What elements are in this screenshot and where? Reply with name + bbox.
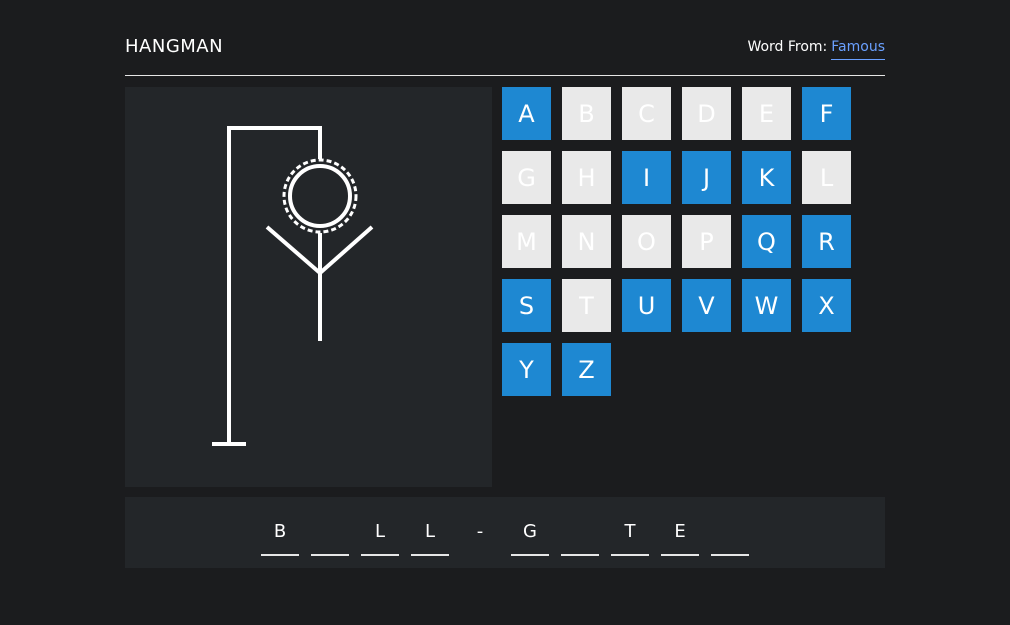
letter-key-e: E: [742, 87, 791, 140]
letter-key-j[interactable]: J: [682, 151, 731, 204]
word-letter-slot: L: [411, 519, 449, 556]
game-title: HANGMAN: [125, 36, 224, 57]
letter-key-y[interactable]: Y: [502, 343, 551, 396]
letter-key-h: H: [562, 151, 611, 204]
word-letter-slot: [711, 519, 749, 556]
letter-key-b: B: [562, 87, 611, 140]
word-letter-slot: E: [661, 519, 699, 556]
hangman-drawing: [212, 126, 374, 446]
gallows-panel: [125, 87, 492, 487]
letter-key-d: D: [682, 87, 731, 140]
letter-key-v[interactable]: V: [682, 279, 731, 332]
hangman-head: [288, 164, 352, 228]
letter-key-k[interactable]: K: [742, 151, 791, 204]
letter-key-o: O: [622, 215, 671, 268]
letter-key-z[interactable]: Z: [562, 343, 611, 396]
word-letter-slot: G: [511, 519, 549, 556]
letter-key-f[interactable]: F: [802, 87, 851, 140]
letter-key-q[interactable]: Q: [742, 215, 791, 268]
hangman-left-arm: [265, 225, 322, 275]
word-panel: B LL - G TE: [125, 497, 885, 568]
word-letter-slot: T: [611, 519, 649, 556]
word-letter-slot: [561, 519, 599, 556]
header-bar: HANGMAN Word From: Famous: [125, 36, 885, 76]
letter-key-i[interactable]: I: [622, 151, 671, 204]
letter-key-p: P: [682, 215, 731, 268]
letter-key-m: M: [502, 215, 551, 268]
word-from-label: Word From:: [747, 39, 828, 55]
letter-key-l: L: [802, 151, 851, 204]
letter-key-t: T: [562, 279, 611, 332]
word-separator: -: [476, 521, 484, 542]
word-letter-slot: L: [361, 519, 399, 556]
letter-key-c: C: [622, 87, 671, 140]
category-link[interactable]: Famous: [831, 39, 885, 60]
letter-key-r[interactable]: R: [802, 215, 851, 268]
word-letter-slot: [311, 519, 349, 556]
letter-key-w[interactable]: W: [742, 279, 791, 332]
letter-key-n: N: [562, 215, 611, 268]
word-category: Word From: Famous: [747, 39, 885, 60]
letter-key-g: G: [502, 151, 551, 204]
hangman-right-arm: [318, 225, 374, 275]
letter-key-u[interactable]: U: [622, 279, 671, 332]
letter-key-x[interactable]: X: [802, 279, 851, 332]
hangman-head-outline: [282, 158, 358, 234]
letter-key-s[interactable]: S: [502, 279, 551, 332]
letter-key-a[interactable]: A: [502, 87, 551, 140]
word-letter-slot: B: [261, 519, 299, 556]
